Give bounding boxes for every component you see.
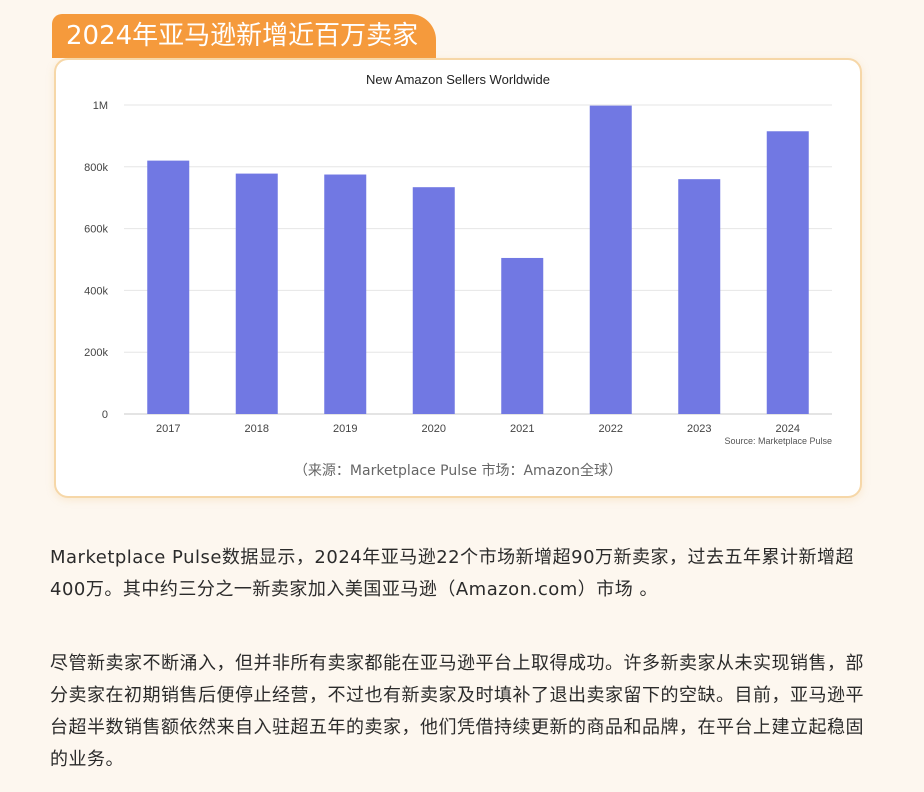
y-tick-label: 200k [84,347,108,359]
source-caption: （来源：Marketplace Pulse 市场：Amazon全球） [293,463,623,479]
chart-card: New Amazon Sellers Worldwide 2017 2018 201… [54,58,862,498]
bar-2021 [501,257,544,414]
chart-title: New Amazon Sellers Worldwide [366,72,550,87]
section-title: 2024年亚马逊新增近百万卖家 [52,14,437,58]
x-tick-label: 2022 [599,423,623,435]
paragraph-1: Marketplace Pulse数据显示，2024年亚马逊22个市场新增超90… [50,547,855,600]
bar-2019 [324,174,367,414]
x-tick-label: 2020 [422,423,446,435]
chart-source: Source: Marketplace Pulse [724,436,832,446]
bar-2020 [412,187,455,414]
x-tick-label: 2021 [510,423,534,435]
x-tick-label: 2019 [333,423,357,435]
bar-chart: New Amazon Sellers Worldwide 2017 2018 201… [84,72,832,446]
bar-2022 [589,105,632,415]
x-tick-label: 2017 [156,423,180,435]
x-tick-label: 2024 [776,423,800,435]
bar-2024 [766,131,809,414]
y-tick-label: 0 [102,409,108,421]
x-tick-label: 2018 [245,423,269,435]
bar-2018 [235,173,278,414]
y-tick-label: 600k [84,224,108,236]
y-tick-label: 400k [84,285,108,297]
y-tick-label: 1M [93,100,108,112]
bar-2017 [147,160,190,414]
paragraph-2: 尽管新卖家不断涌入，但并非所有卖家都能在亚马逊平台上取得成功。许多新卖家从未实现… [50,653,864,770]
y-tick-label: 800k [84,162,108,174]
bar-2023 [678,179,721,414]
x-tick-label: 2023 [687,423,711,435]
